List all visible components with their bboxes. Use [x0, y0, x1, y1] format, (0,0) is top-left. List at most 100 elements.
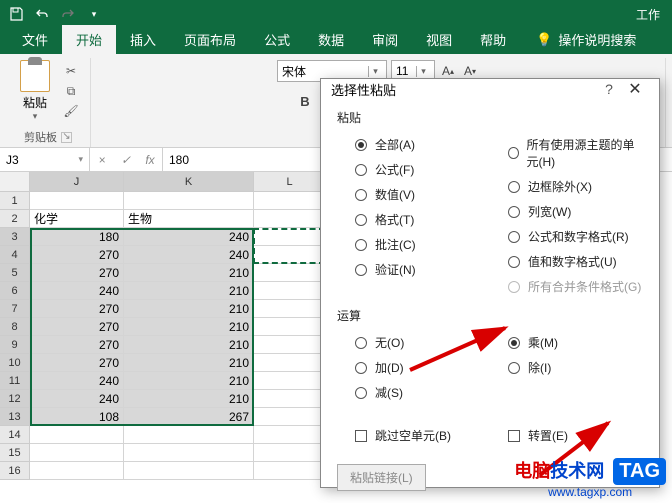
- radio-values-num[interactable]: 值和数字格式(U): [490, 249, 643, 274]
- cell[interactable]: 270: [30, 264, 124, 282]
- row-header[interactable]: 14: [0, 426, 30, 444]
- cell[interactable]: 210: [124, 300, 254, 318]
- tab-file[interactable]: 文件: [8, 25, 62, 54]
- row-header[interactable]: 11: [0, 372, 30, 390]
- tab-help[interactable]: 帮助: [466, 25, 520, 54]
- cell[interactable]: 240: [30, 390, 124, 408]
- undo-icon[interactable]: [30, 3, 54, 25]
- cell[interactable]: [254, 372, 326, 390]
- row-header[interactable]: 4: [0, 246, 30, 264]
- cell[interactable]: 化学: [30, 210, 124, 228]
- cell[interactable]: [254, 300, 326, 318]
- check-transpose[interactable]: 转置(E): [490, 423, 643, 448]
- row-header[interactable]: 13: [0, 408, 30, 426]
- row-header[interactable]: 1: [0, 192, 30, 210]
- cell[interactable]: [254, 318, 326, 336]
- row-header[interactable]: 9: [0, 336, 30, 354]
- radio-multiply[interactable]: 乘(M): [490, 330, 643, 355]
- cell[interactable]: 210: [124, 372, 254, 390]
- radio-none[interactable]: 无(O): [337, 330, 490, 355]
- copy-icon[interactable]: ⧉: [60, 82, 82, 100]
- close-icon[interactable]: ✕: [621, 79, 649, 99]
- cell[interactable]: 240: [124, 228, 254, 246]
- radio-formulas[interactable]: 公式(F): [337, 157, 490, 182]
- radio-no-borders[interactable]: 边框除外(X): [490, 174, 643, 199]
- cell[interactable]: 270: [30, 318, 124, 336]
- row-header[interactable]: 10: [0, 354, 30, 372]
- paste-dropdown-icon[interactable]: ▾: [33, 111, 38, 122]
- cut-icon[interactable]: ✂: [60, 62, 82, 80]
- cell-area[interactable]: 化学生物 18024027024027021024021027021027021…: [30, 192, 326, 480]
- col-header-J[interactable]: J: [30, 172, 124, 192]
- cell[interactable]: [254, 354, 326, 372]
- name-box[interactable]: J3 ▾: [0, 148, 90, 171]
- cell[interactable]: 210: [124, 282, 254, 300]
- cell[interactable]: [254, 426, 326, 444]
- fx-icon[interactable]: fx: [138, 153, 162, 167]
- cell[interactable]: 240: [30, 372, 124, 390]
- cell[interactable]: [30, 462, 124, 480]
- cell[interactable]: [254, 264, 326, 282]
- row-header[interactable]: 7: [0, 300, 30, 318]
- enter-icon[interactable]: ✓: [114, 153, 138, 167]
- tab-view[interactable]: 视图: [412, 25, 466, 54]
- cell[interactable]: [124, 426, 254, 444]
- cell[interactable]: [254, 210, 326, 228]
- cell[interactable]: [30, 426, 124, 444]
- row-header[interactable]: 16: [0, 462, 30, 480]
- cell[interactable]: 210: [124, 318, 254, 336]
- cell[interactable]: [254, 390, 326, 408]
- row-header[interactable]: 15: [0, 444, 30, 462]
- tab-formulas[interactable]: 公式: [250, 25, 304, 54]
- chevron-down-icon[interactable]: ▾: [78, 154, 83, 165]
- cell[interactable]: 270: [30, 246, 124, 264]
- paste-link-button[interactable]: 粘贴链接(L): [337, 464, 426, 491]
- cell[interactable]: [254, 228, 326, 246]
- cell[interactable]: [124, 444, 254, 462]
- chevron-down-icon[interactable]: ▾: [416, 66, 430, 77]
- radio-validation[interactable]: 验证(N): [337, 257, 490, 282]
- cell[interactable]: 270: [30, 300, 124, 318]
- format-painter-icon[interactable]: 🖌: [60, 102, 82, 120]
- cell[interactable]: [30, 192, 124, 210]
- cell[interactable]: 267: [124, 408, 254, 426]
- clipboard-launcher-icon[interactable]: ↘: [61, 132, 72, 143]
- cell[interactable]: 210: [124, 390, 254, 408]
- cell[interactable]: [254, 282, 326, 300]
- help-icon[interactable]: ?: [597, 81, 621, 97]
- radio-column-widths[interactable]: 列宽(W): [490, 199, 643, 224]
- radio-formats[interactable]: 格式(T): [337, 207, 490, 232]
- cell[interactable]: 210: [124, 336, 254, 354]
- cell[interactable]: 270: [30, 354, 124, 372]
- radio-source-theme[interactable]: 所有使用源主题的单元(H): [490, 132, 643, 174]
- cancel-icon[interactable]: ×: [90, 153, 114, 167]
- redo-icon[interactable]: [56, 3, 80, 25]
- row-header[interactable]: 3: [0, 228, 30, 246]
- radio-add[interactable]: 加(D): [337, 355, 490, 380]
- col-header-K[interactable]: K: [124, 172, 254, 192]
- cell[interactable]: [254, 408, 326, 426]
- row-header[interactable]: 8: [0, 318, 30, 336]
- row-header[interactable]: 2: [0, 210, 30, 228]
- cell[interactable]: 270: [30, 336, 124, 354]
- bold-button[interactable]: B: [293, 90, 317, 112]
- cell[interactable]: [124, 192, 254, 210]
- chevron-down-icon[interactable]: ▾: [368, 66, 382, 77]
- row-header[interactable]: 5: [0, 264, 30, 282]
- row-header[interactable]: 6: [0, 282, 30, 300]
- cell[interactable]: 生物: [124, 210, 254, 228]
- radio-values[interactable]: 数值(V): [337, 182, 490, 207]
- cell[interactable]: [254, 462, 326, 480]
- paste-button[interactable]: 粘贴 ▾: [14, 58, 56, 124]
- cell[interactable]: 180: [30, 228, 124, 246]
- cell[interactable]: [124, 462, 254, 480]
- select-all-corner[interactable]: [0, 172, 30, 192]
- radio-divide[interactable]: 除(I): [490, 355, 643, 380]
- cell[interactable]: 240: [124, 246, 254, 264]
- col-header-L[interactable]: L: [254, 172, 326, 192]
- tell-me-search[interactable]: 💡 操作说明搜索: [528, 25, 644, 54]
- cell[interactable]: [254, 246, 326, 264]
- row-header[interactable]: 12: [0, 390, 30, 408]
- cell[interactable]: [254, 192, 326, 210]
- cell[interactable]: [254, 444, 326, 462]
